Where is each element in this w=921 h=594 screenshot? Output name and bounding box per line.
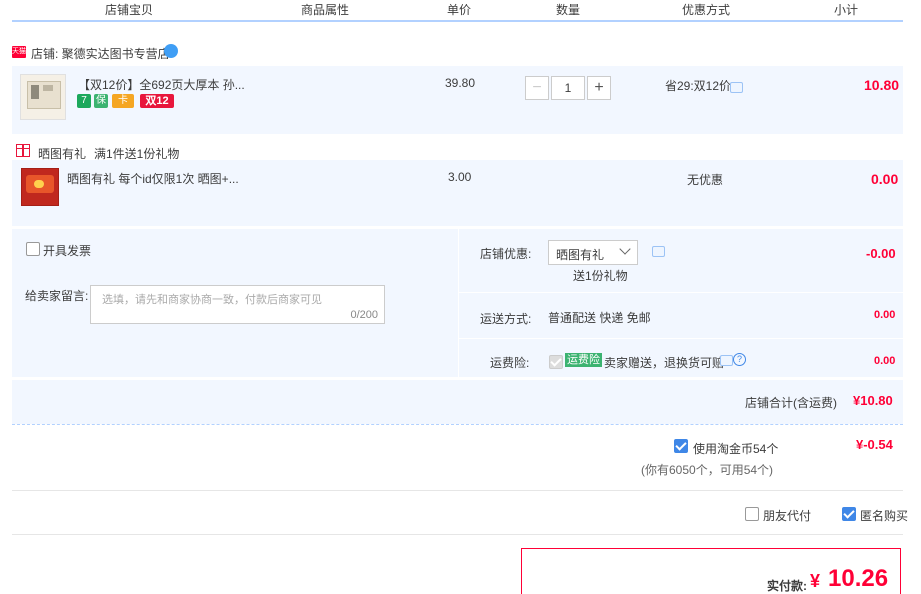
shop-discount-label: 店铺优惠: (480, 247, 532, 261)
shop-discount-note: 送1份礼物 (573, 269, 628, 283)
coins-label: 使用淘金币54个 (693, 442, 779, 456)
insurance-description: 卖家赠送，退换货可赔 (604, 356, 725, 370)
friend-pay-label: 朋友代付 (763, 509, 812, 523)
discount-info-icon[interactable] (730, 82, 743, 93)
header-quantity: 数量 (556, 3, 581, 17)
shop-discount-info-icon[interactable] (652, 246, 665, 257)
header-attributes: 商品属性 (301, 3, 350, 17)
insurance-label: 运费险: (490, 356, 530, 370)
shop-total-label: 店铺合计(含运费) (745, 396, 837, 410)
anonymous-checkbox[interactable] (842, 507, 856, 521)
anonymous-label: 匿名购买 (860, 509, 909, 523)
double12-badge: 双12 (140, 94, 174, 108)
pay-currency: ¥ (810, 571, 821, 591)
shop-discount-select[interactable]: 晒图有礼 (548, 240, 638, 265)
payment-summary-box: 实付款: ¥ 10.26 (521, 548, 901, 594)
insurance-amount: 0.00 (874, 355, 896, 367)
gift-icon (16, 144, 30, 157)
invoice-checkbox[interactable] (26, 242, 40, 256)
item-1-subtotal: 10.80 (864, 77, 900, 93)
help-icon[interactable]: ? (733, 353, 746, 366)
shop-total-amount: ¥10.80 (853, 393, 893, 408)
friend-pay-checkbox[interactable] (745, 507, 759, 521)
item-1-title-link[interactable]: 【双12价】全692页大厚本 孙... (78, 76, 245, 93)
shop-discount-selected: 晒图有礼 (556, 248, 605, 262)
credit-card-icon: 卡 (112, 94, 134, 108)
item-2-thumbnail[interactable] (21, 168, 59, 206)
seller-message-textarea[interactable]: 选填，请先和商家协商一致，付款后商家可见 0/200 (90, 285, 385, 324)
seven-day-return-icon: 7 (77, 94, 91, 108)
use-coins-checkbox[interactable] (674, 439, 688, 453)
qty-decrease-button[interactable]: − (525, 76, 549, 100)
insurance-tag: 运费险 (565, 353, 602, 367)
wangwang-icon[interactable] (164, 44, 178, 58)
header-price: 单价 (447, 3, 472, 17)
item-2-unit-price: 3.00 (448, 170, 472, 184)
order-table-header: 店铺宝贝 商品属性 单价 数量 优惠方式 小计 (12, 0, 903, 22)
coins-note: (你有6050个，可用54个) (641, 463, 774, 477)
insurance-info-icon[interactable] (720, 355, 733, 366)
item-2-discount: 无优惠 (687, 173, 724, 187)
item-1-unit-price: 39.80 (445, 76, 476, 90)
shop-name-link[interactable]: 店铺: 聚德实达图书专营店 (31, 45, 170, 62)
shipping-method: 普通配送 快递 免邮 (548, 311, 651, 325)
message-label: 给卖家留言: (25, 289, 89, 303)
pay-amount: 10.26 (828, 565, 889, 592)
message-placeholder: 选填，请先和商家协商一致，付款后商家可见 (102, 294, 322, 306)
chevron-down-icon (619, 243, 631, 255)
shipping-label: 运送方式: (480, 312, 532, 326)
shipping-amount: 0.00 (874, 309, 896, 321)
invoice-label: 开具发票 (43, 244, 92, 258)
message-counter: 0/200 (350, 309, 378, 321)
qty-increase-button[interactable]: + (587, 76, 611, 100)
header-item: 店铺宝贝 (105, 3, 154, 17)
qty-input[interactable]: 1 (551, 76, 585, 100)
header-discount: 优惠方式 (682, 3, 731, 17)
item-1-discount: 省29:双12价 (665, 79, 732, 93)
item-2-title-link[interactable]: 晒图有礼 每个id仅限1次 晒图+... (67, 170, 239, 187)
guarantee-icon: 保 (94, 94, 108, 108)
coins-amount: ¥-0.54 (856, 437, 893, 452)
shop-discount-amount: -0.00 (866, 246, 896, 261)
tmall-shop-tag: 天猫 (12, 46, 26, 58)
pay-label: 实付款: (767, 579, 807, 593)
item-2-subtotal: 0.00 (871, 171, 899, 187)
header-subtotal: 小计 (834, 3, 859, 17)
insurance-checkbox (549, 355, 563, 369)
item-1-thumbnail[interactable] (20, 74, 66, 120)
